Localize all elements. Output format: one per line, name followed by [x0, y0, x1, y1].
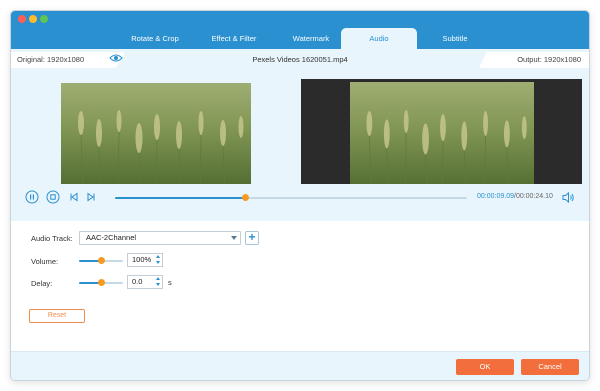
delay-label: Delay: [31, 279, 53, 288]
volume-value: 100% [132, 255, 152, 264]
volume-slider-handle[interactable] [98, 257, 105, 264]
pause-icon[interactable] [25, 190, 39, 204]
chevron-down-icon[interactable] [156, 283, 160, 286]
output-video-frame [301, 79, 582, 196]
wheat-field-image [350, 82, 534, 193]
video-editor-window: Rotate & Crop Effect & Filter Watermark … [10, 10, 590, 381]
footer: OK Cancel [11, 351, 589, 380]
reset-button[interactable]: Reset [29, 309, 85, 323]
chevron-up-icon[interactable] [156, 277, 160, 280]
volume-icon[interactable] [561, 191, 575, 204]
wheat-field-image [61, 83, 251, 190]
tab-subtitle[interactable]: Subtitle [419, 28, 491, 49]
tab-watermark[interactable]: Watermark [275, 28, 347, 49]
tab-effect-filter[interactable]: Effect & Filter [195, 28, 273, 49]
chevron-up-icon[interactable] [156, 255, 160, 258]
tab-audio[interactable]: Audio [341, 28, 417, 49]
close-window-button[interactable] [18, 15, 26, 23]
audio-track-value: AAC-2Channel [86, 233, 137, 242]
playback-controls: 00:00:09.09/00:00:24.10 [11, 184, 589, 212]
volume-stepper[interactable] [153, 253, 163, 267]
time-readout: 00:00:09.09/00:00:24.10 [477, 193, 553, 200]
original-video-preview [61, 83, 251, 190]
output-video-preview [350, 82, 534, 193]
timeline-slider[interactable] [115, 194, 467, 201]
stop-icon[interactable] [46, 190, 60, 204]
delay-slider[interactable] [79, 279, 123, 286]
volume-label: Volume: [31, 257, 59, 266]
delay-unit: s [168, 278, 172, 287]
tab-rotate-crop[interactable]: Rotate & Crop [117, 28, 193, 49]
audio-track-select[interactable]: AAC-2Channel [79, 231, 241, 245]
cancel-button[interactable]: Cancel [521, 359, 579, 375]
delay-value: 0.0 [132, 277, 143, 286]
timeline-progress [115, 197, 246, 199]
previous-icon[interactable] [67, 190, 81, 204]
plus-icon[interactable]: + [245, 231, 259, 245]
maximize-window-button[interactable] [40, 15, 48, 23]
current-time: 00:00:09.09 [477, 193, 514, 200]
delay-slider-handle[interactable] [98, 279, 105, 286]
tab-bar: Rotate & Crop Effect & Filter Watermark … [11, 11, 589, 49]
next-icon[interactable] [84, 190, 98, 204]
volume-slider[interactable] [79, 257, 123, 264]
audio-track-label: Audio Track: [31, 234, 73, 243]
delay-stepper[interactable] [153, 275, 163, 289]
minimize-window-button[interactable] [29, 15, 37, 23]
chevron-down-icon [231, 236, 237, 240]
timeline-playhead[interactable] [242, 194, 250, 201]
total-time: 00:00:24.10 [515, 193, 553, 200]
chevron-down-icon[interactable] [156, 261, 160, 264]
ok-button[interactable]: OK [456, 359, 514, 375]
output-resolution-label: Output: 1920x1080 [479, 52, 589, 68]
